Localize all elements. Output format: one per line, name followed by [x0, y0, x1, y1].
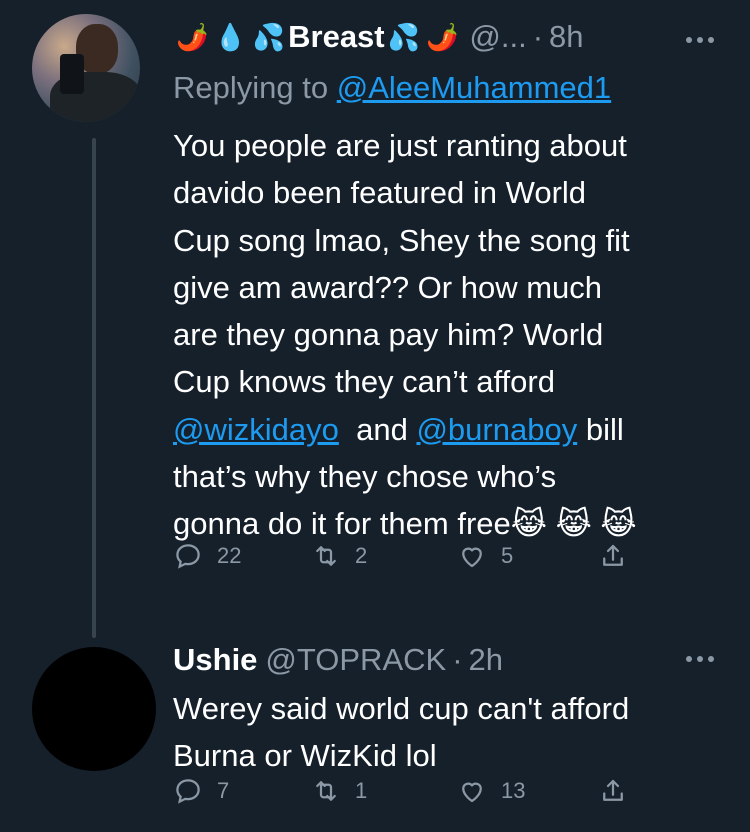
tweet-text-line: gonna do it for them free😹 😹 😹: [173, 500, 718, 547]
sweat-drops-emoji: 💦: [252, 22, 286, 52]
tweet-text-line: that’s why they chose who’s: [173, 459, 557, 495]
separator-dot: ·: [532, 19, 544, 54]
reply-button[interactable]: 22: [173, 541, 241, 571]
retweet-count: 1: [355, 778, 368, 803]
tweet-text-line: Cup song lmao, Shey the song fit: [173, 222, 630, 258]
tweet-text-line: Burna or WizKid lol: [173, 738, 437, 774]
tweet-text-line: are they gonna pay him? World: [173, 317, 604, 353]
share-icon: [603, 544, 623, 566]
like-button[interactable]: 5: [457, 541, 513, 571]
tweet-header: Ushie @TOPRACK · 2h: [173, 640, 503, 680]
display-name[interactable]: Breast: [288, 17, 385, 57]
thread-line: [92, 138, 96, 638]
tweet-reply[interactable]: Ushie @TOPRACK · 2h Werey said world cup…: [0, 615, 750, 832]
chili-emoji: 🌶️: [176, 22, 209, 52]
share-button[interactable]: [598, 541, 628, 571]
tweet-text: You people are just ranting about davido…: [173, 122, 718, 548]
tweet-text-line: Werey said world cup can't afford: [173, 691, 630, 726]
separator-dot: ·: [452, 642, 463, 677]
retweet-count: 2: [355, 543, 368, 568]
tweet-text-fragment: gonna do it for them free: [173, 506, 511, 542]
timestamp[interactable]: 2h: [469, 640, 503, 680]
reply-count: 7: [217, 778, 230, 803]
user-handle[interactable]: @TOPRACK: [265, 640, 446, 680]
tweet-text-fragment: bill: [585, 411, 624, 447]
user-handle[interactable]: @...: [469, 17, 526, 57]
avatar-phone: [60, 54, 84, 94]
retweet-icon: [316, 781, 336, 801]
reply-icon: [176, 544, 200, 569]
sweat-drops-emoji: 💦: [387, 22, 420, 52]
tweet-text: Werey said world cup can't afford Burna …: [173, 685, 718, 780]
like-icon: [462, 547, 482, 568]
tweet-text-line: Cup knows they can’t afford: [173, 364, 555, 400]
tweet-text-line: You people are just ranting about: [173, 128, 627, 163]
like-count: 13: [501, 778, 526, 803]
connector-text: and: [356, 411, 408, 447]
like-count: 5: [501, 543, 514, 568]
retweet-button[interactable]: 2: [311, 541, 367, 571]
tweet-main[interactable]: 🌶️ 💧 💦 Breast 💦 🌶️ @... · 8h Replying to…: [0, 0, 750, 638]
share-icon: [603, 779, 623, 801]
more-icon[interactable]: [686, 37, 714, 43]
like-button[interactable]: 13: [457, 776, 525, 806]
mention-link[interactable]: @burnaboy: [416, 412, 577, 447]
crying-cat-emoji: 😹 😹 😹: [510, 506, 637, 542]
like-icon: [462, 782, 482, 803]
droplet-emoji: 💧: [214, 22, 247, 52]
avatar[interactable]: [32, 647, 156, 771]
chili-emoji: 🌶️: [426, 22, 459, 52]
timestamp[interactable]: 8h: [549, 17, 583, 57]
reply-count: 22: [217, 543, 242, 568]
retweet-button[interactable]: 1: [311, 776, 367, 806]
share-button[interactable]: [598, 776, 628, 806]
reply-button[interactable]: 7: [173, 776, 229, 806]
replying-to-link[interactable]: @AleeMuhammed1: [337, 70, 611, 105]
replying-label: Replying to: [173, 70, 329, 105]
tweet-text-line: give am award?? Or how much: [173, 269, 603, 305]
more-icon[interactable]: [686, 656, 714, 662]
mention-link[interactable]: @wizkidayo: [173, 412, 339, 447]
replying-to: Replying to @AleeMuhammed1: [173, 68, 611, 108]
tweet-text-line: @wizkidayo and @burnaboy bill: [173, 406, 718, 453]
tweet-text-line: davido been featured in World: [173, 175, 587, 211]
tweet-header: 🌶️ 💧 💦 Breast 💦 🌶️ @... · 8h: [173, 17, 584, 57]
avatar[interactable]: [32, 14, 140, 122]
retweet-icon: [316, 546, 336, 566]
reply-icon: [176, 779, 200, 804]
display-name[interactable]: Ushie: [173, 640, 257, 680]
